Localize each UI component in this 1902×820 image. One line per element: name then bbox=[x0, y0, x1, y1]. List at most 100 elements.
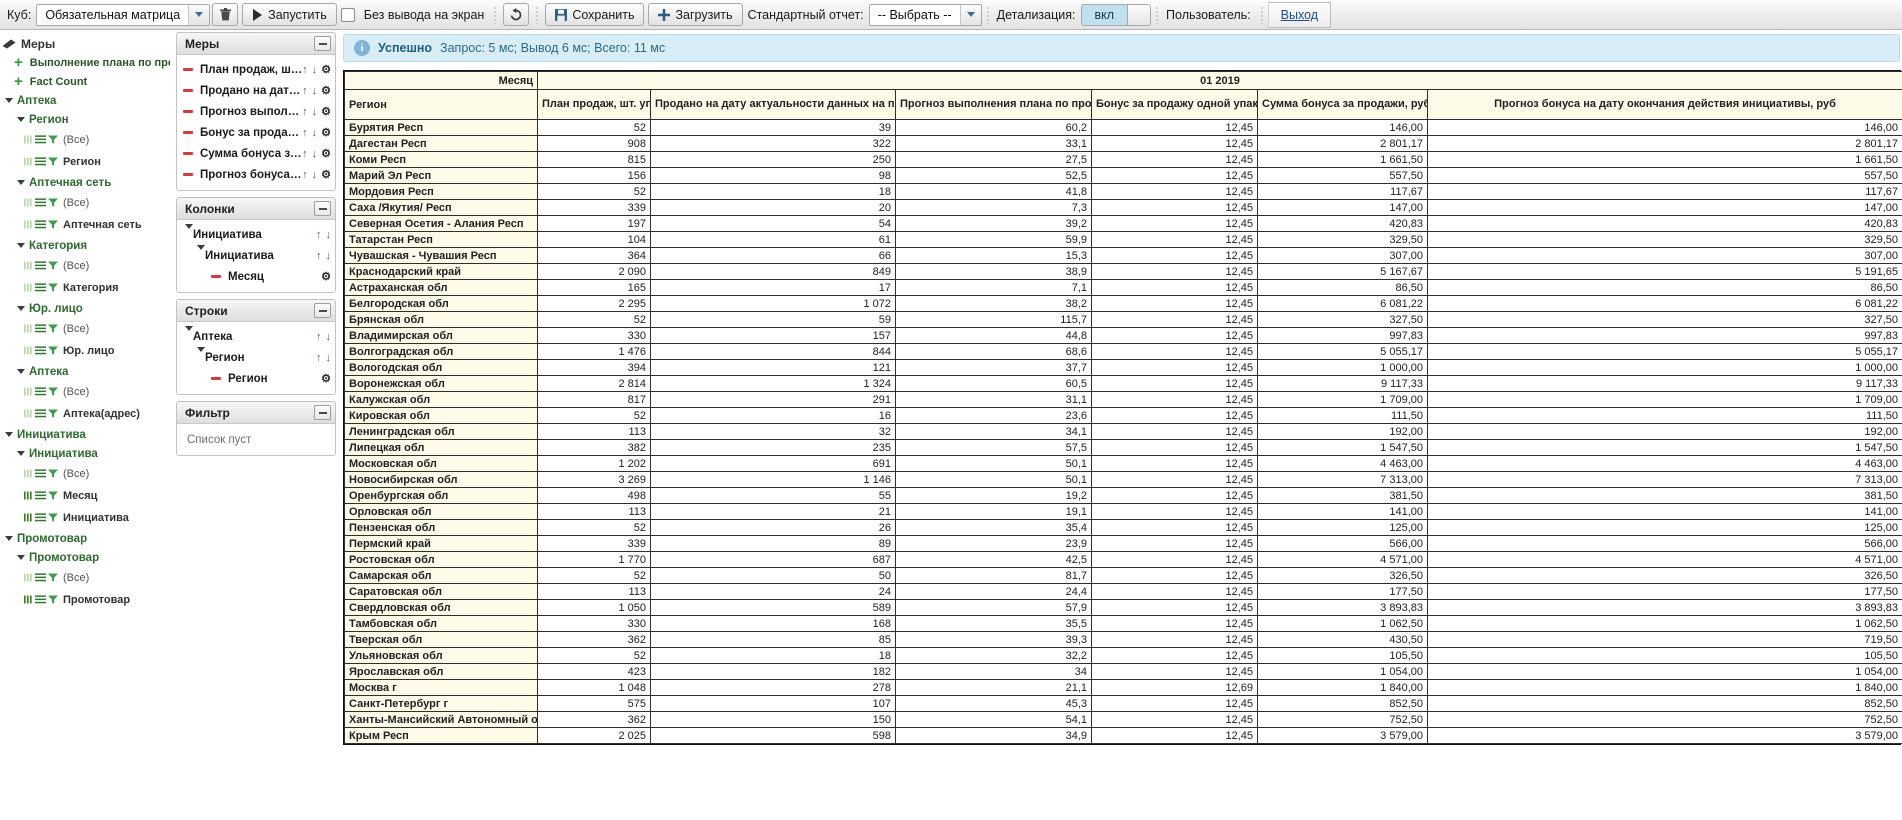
cell-r4-c4[interactable]: 117,67 bbox=[1257, 183, 1428, 200]
cell-r13-c3[interactable]: 12,45 bbox=[1091, 327, 1258, 344]
triangle-down-icon[interactable] bbox=[185, 223, 193, 241]
cell-r22-c1[interactable]: 1 146 bbox=[650, 471, 896, 488]
cell-r24-c4[interactable]: 141,00 bbox=[1257, 503, 1428, 520]
cell-r18-c0[interactable]: 52 bbox=[537, 407, 651, 424]
cell-r31-c2[interactable]: 35,5 bbox=[895, 615, 1092, 632]
tree-hierarchy-0-4[interactable]: Аптека bbox=[0, 362, 170, 381]
cell-r20-c3[interactable]: 12,45 bbox=[1091, 439, 1258, 456]
cell-r16-c2[interactable]: 60,5 bbox=[895, 375, 1092, 392]
cell-r11-c2[interactable]: 38,2 bbox=[895, 295, 1092, 312]
cell-r6-c3[interactable]: 12,45 bbox=[1091, 215, 1258, 232]
cell-r2-c3[interactable]: 12,45 bbox=[1091, 151, 1258, 168]
cell-r19-c1[interactable]: 32 bbox=[650, 423, 896, 440]
row-header-cell[interactable]: Калужская обл bbox=[344, 391, 538, 408]
filter-panel-body[interactable]: Список пуст bbox=[177, 424, 335, 455]
cell-r5-c5[interactable]: 147,00 bbox=[1426, 199, 1902, 216]
cell-r23-c5[interactable]: 381,50 bbox=[1426, 487, 1902, 504]
load-button[interactable]: Загрузить bbox=[648, 3, 743, 26]
cell-r30-c5[interactable]: 3 893,83 bbox=[1426, 599, 1902, 616]
triangle-down-icon-4[interactable] bbox=[197, 346, 205, 364]
move-up-icon-3[interactable]: ↑ bbox=[316, 331, 322, 343]
cell-r31-c3[interactable]: 12,45 bbox=[1091, 615, 1258, 632]
row-header-cell[interactable]: Волгоградская обл bbox=[344, 343, 538, 360]
delete-button[interactable] bbox=[212, 3, 239, 26]
table-row[interactable]: Свердловская обл 1 050 589 57,9 12,45 3 893,8… bbox=[344, 599, 1902, 616]
bars-icon[interactable] bbox=[24, 593, 33, 607]
cell-r17-c5[interactable]: 1 709,00 bbox=[1426, 391, 1902, 408]
bars-icon[interactable] bbox=[24, 344, 33, 358]
cell-r14-c1[interactable]: 844 bbox=[650, 343, 896, 360]
columns-hierarchy-row[interactable]: Инициатива ↑ ↓ bbox=[177, 244, 335, 266]
cell-r37-c0[interactable]: 362 bbox=[537, 711, 651, 728]
gear-icon-2[interactable]: ⚙ bbox=[321, 372, 331, 385]
cell-r38-c5[interactable]: 3 579,00 bbox=[1426, 727, 1902, 744]
row-header-cell[interactable]: Коми Респ bbox=[344, 151, 538, 168]
cell-r13-c4[interactable]: 997,83 bbox=[1257, 327, 1428, 344]
table-row[interactable]: Чувашская - Чувашия Респ 364 66 15,3 12,45 30… bbox=[344, 247, 1902, 264]
pivot-table-container[interactable]: Месяц 01 2019 Регион План продаж, шт. уп… bbox=[343, 70, 1902, 745]
cell-r32-c0[interactable]: 362 bbox=[537, 631, 651, 648]
cell-r1-c4[interactable]: 2 801,17 bbox=[1257, 135, 1428, 152]
filter-icon[interactable] bbox=[48, 571, 58, 585]
cell-r27-c4[interactable]: 4 571,00 bbox=[1257, 551, 1428, 568]
cell-r29-c2[interactable]: 24,4 bbox=[895, 583, 1092, 600]
cell-r26-c1[interactable]: 89 bbox=[650, 535, 896, 552]
cell-r8-c2[interactable]: 15,3 bbox=[895, 247, 1092, 264]
cell-r27-c0[interactable]: 1 770 bbox=[537, 551, 651, 568]
cell-r16-c4[interactable]: 9 117,33 bbox=[1257, 375, 1428, 392]
columns-level-row[interactable]: Месяц ⚙ bbox=[177, 266, 335, 287]
cell-r3-c3[interactable]: 12,45 bbox=[1091, 167, 1258, 184]
cell-r20-c5[interactable]: 1 547,50 bbox=[1426, 439, 1902, 456]
tree-level-0-4-1[interactable]: Аптека(адрес) bbox=[0, 403, 170, 425]
cell-r3-c5[interactable]: 557,50 bbox=[1426, 167, 1902, 184]
move-down-icon[interactable]: ↓ bbox=[312, 169, 318, 181]
tree-level-0-3-1[interactable]: Юр. лицо bbox=[0, 340, 170, 362]
cell-r9-c2[interactable]: 38,9 bbox=[895, 263, 1092, 280]
filter-icon[interactable] bbox=[48, 196, 58, 210]
cell-r6-c0[interactable]: 197 bbox=[537, 215, 651, 232]
row-header-cell[interactable]: Краснодарский край bbox=[344, 263, 538, 280]
cell-r36-c2[interactable]: 45,3 bbox=[895, 695, 1092, 712]
filter-icon[interactable] bbox=[48, 467, 58, 481]
cell-r19-c0[interactable]: 113 bbox=[537, 423, 651, 440]
cell-r19-c4[interactable]: 192,00 bbox=[1257, 423, 1428, 440]
run-button[interactable]: Запустить bbox=[242, 3, 337, 26]
triangle-down-icon-hier-2-0[interactable] bbox=[16, 555, 25, 560]
bars-icon[interactable] bbox=[24, 133, 33, 147]
row-header-cell[interactable]: Саратовская обл bbox=[344, 583, 538, 600]
list-icon[interactable] bbox=[35, 259, 46, 273]
cell-r33-c2[interactable]: 32,2 bbox=[895, 647, 1092, 664]
cell-r24-c5[interactable]: 141,00 bbox=[1426, 503, 1902, 520]
table-row[interactable]: Орловская обл 113 21 19,1 12,45 141,00 141,00 bbox=[344, 503, 1902, 520]
cell-r38-c4[interactable]: 3 579,00 bbox=[1257, 727, 1428, 744]
cell-r13-c1[interactable]: 157 bbox=[650, 327, 896, 344]
chevron-down-icon[interactable] bbox=[189, 4, 210, 25]
cell-r22-c0[interactable]: 3 269 bbox=[537, 471, 651, 488]
cell-r26-c2[interactable]: 23,9 bbox=[895, 535, 1092, 552]
cell-r6-c2[interactable]: 39,2 bbox=[895, 215, 1092, 232]
row-header-cell[interactable]: Новосибирская обл bbox=[344, 471, 538, 488]
cell-r1-c0[interactable]: 908 bbox=[537, 135, 651, 152]
cell-r4-c5[interactable]: 117,67 bbox=[1426, 183, 1902, 200]
cell-r17-c4[interactable]: 1 709,00 bbox=[1257, 391, 1428, 408]
cell-r3-c2[interactable]: 52,5 bbox=[895, 167, 1092, 184]
row-header-cell[interactable]: Северная Осетия - Алания Респ bbox=[344, 215, 538, 232]
cell-r36-c4[interactable]: 852,50 bbox=[1257, 695, 1428, 712]
cell-r34-c3[interactable]: 12,45 bbox=[1091, 663, 1258, 680]
filter-icon[interactable] bbox=[48, 489, 58, 503]
table-row[interactable]: Брянская обл 52 59 115,7 12,45 327,50 327,50 bbox=[344, 311, 1902, 328]
row-header-cell[interactable]: Татарстан Респ bbox=[344, 231, 538, 248]
cell-r24-c2[interactable]: 19,1 bbox=[895, 503, 1092, 520]
cell-r17-c2[interactable]: 31,1 bbox=[895, 391, 1092, 408]
filter-icon[interactable] bbox=[48, 155, 58, 169]
cell-r30-c0[interactable]: 1 050 bbox=[537, 599, 651, 616]
table-row[interactable]: Ленинградская обл 113 32 34,1 12,45 192,00 192… bbox=[344, 423, 1902, 440]
table-row[interactable]: Астраханская обл 165 17 7,1 12,45 86,50 86,50 bbox=[344, 279, 1902, 296]
cell-r13-c5[interactable]: 997,83 bbox=[1426, 327, 1902, 344]
cell-r11-c1[interactable]: 1 072 bbox=[650, 295, 896, 312]
move-down-icon[interactable]: ↓ bbox=[312, 127, 318, 139]
cell-r32-c1[interactable]: 85 bbox=[650, 631, 896, 648]
cell-r20-c0[interactable]: 382 bbox=[537, 439, 651, 456]
filter-icon[interactable] bbox=[48, 259, 58, 273]
tree-level-0-2-1[interactable]: Категория bbox=[0, 277, 170, 299]
